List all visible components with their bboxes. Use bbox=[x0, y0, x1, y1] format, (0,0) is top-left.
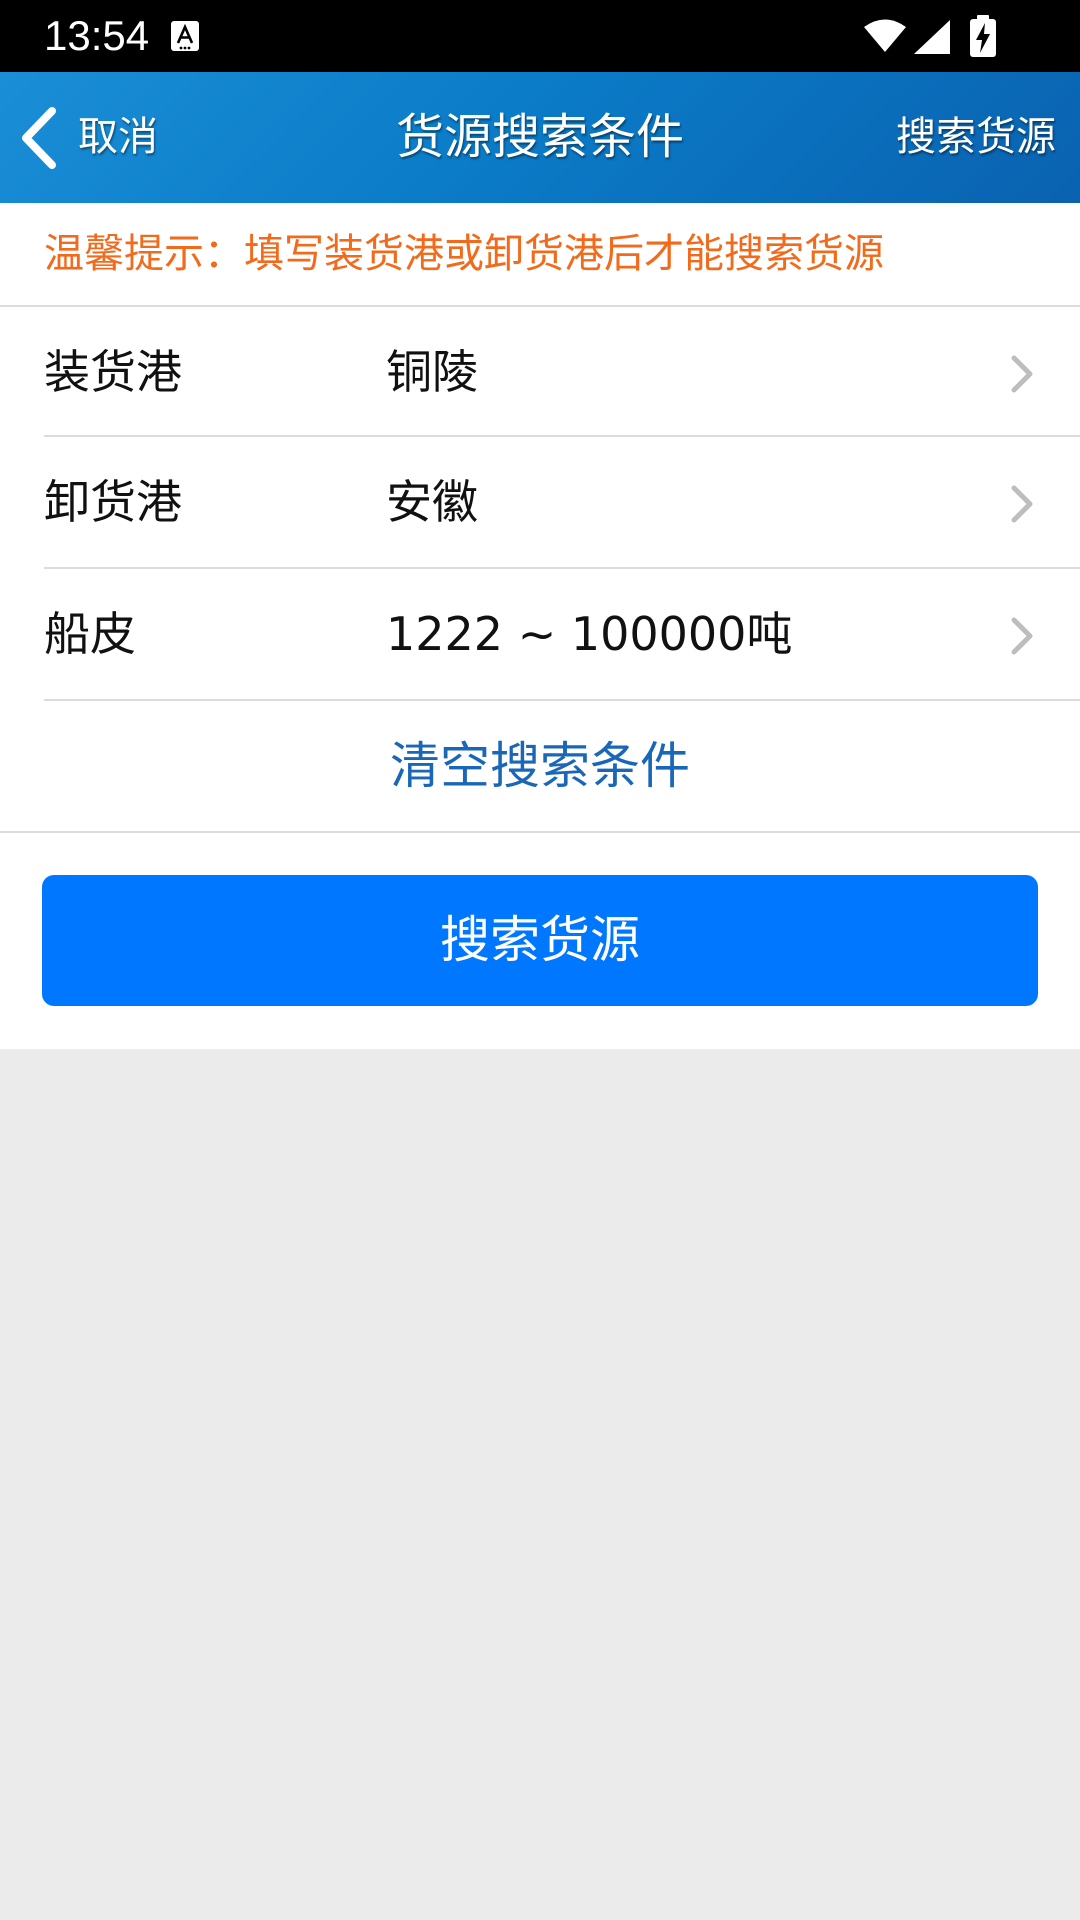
chevron-left-icon bbox=[22, 106, 56, 169]
cancel-button[interactable]: 取消 bbox=[16, 72, 186, 203]
unloading-port-value: 安徽 bbox=[386, 475, 478, 529]
loading-port-row[interactable]: 装货港 铜陵 bbox=[0, 307, 1080, 437]
battery-charging-icon bbox=[970, 15, 996, 57]
divider bbox=[0, 831, 1080, 833]
ship-tonnage-label: 船皮 bbox=[44, 607, 136, 661]
status-bar: 13:54 bbox=[0, 0, 1080, 72]
clear-conditions-link[interactable]: 清空搜索条件 bbox=[0, 701, 1080, 831]
cancel-label: 取消 bbox=[78, 114, 158, 160]
chevron-right-icon bbox=[1011, 617, 1033, 655]
title-bar: 货源搜索条件 取消 搜索货源 bbox=[0, 72, 1080, 203]
clear-conditions-label: 清空搜索条件 bbox=[390, 737, 690, 795]
wifi-icon bbox=[864, 19, 906, 52]
loading-port-value: 铜陵 bbox=[386, 345, 478, 399]
search-cargo-button[interactable]: 搜索货源 bbox=[42, 875, 1038, 1006]
status-time: 13:54 bbox=[44, 12, 150, 59]
cell-signal-icon bbox=[914, 20, 950, 54]
text-a-icon bbox=[171, 21, 199, 51]
unloading-port-row[interactable]: 卸货港 安徽 bbox=[0, 437, 1080, 567]
header-search-button[interactable]: 搜索货源 bbox=[896, 72, 1056, 203]
chevron-right-icon bbox=[1011, 355, 1033, 393]
ship-tonnage-value: 1222 ~ 100000吨 bbox=[386, 607, 793, 661]
ship-tonnage-row[interactable]: 船皮 1222 ~ 100000吨 bbox=[0, 569, 1080, 699]
chevron-right-icon bbox=[1011, 485, 1033, 523]
loading-port-label: 装货港 bbox=[44, 345, 182, 399]
hint-text: 温馨提示：填写装货港或卸货港后才能搜索货源 bbox=[44, 231, 884, 277]
unloading-port-label: 卸货港 bbox=[44, 475, 182, 529]
search-conditions-panel: 温馨提示：填写装货港或卸货港后才能搜索货源 装货港 铜陵 卸货港 安徽 船皮 1… bbox=[0, 203, 1080, 1049]
